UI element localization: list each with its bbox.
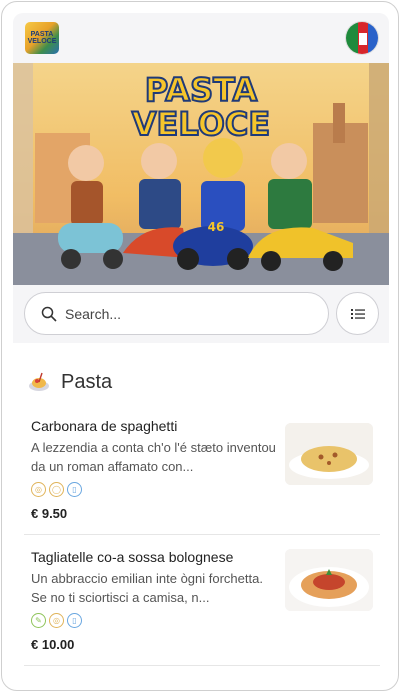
allergen-list: ✎ ◎ ▯ <box>31 613 82 628</box>
item-name: Carbonara de spaghetti <box>31 418 178 434</box>
character-right <box>268 143 312 229</box>
item-price: € 9.50 <box>31 506 68 521</box>
search-field[interactable] <box>24 292 329 335</box>
milk-icon: ▯ <box>67 482 82 497</box>
item-price: € 10.00 <box>31 637 75 652</box>
item-photo[interactable] <box>285 549 373 611</box>
gluten-icon: ◎ <box>31 482 46 497</box>
list-icon <box>350 308 365 319</box>
item-name: Tagliatelle co-a sossa bolognese <box>31 549 234 565</box>
search-input[interactable] <box>65 305 295 322</box>
character-second <box>139 143 181 229</box>
character-left <box>68 145 104 226</box>
egg-icon: ◯ <box>49 482 64 497</box>
language-flag-icon[interactable] <box>345 21 379 55</box>
hero-banner: PASTA VELOCE 46 <box>13 63 389 285</box>
gluten-icon: ◎ <box>49 613 64 628</box>
character-rider <box>201 138 245 231</box>
hero-title-line2: VELOCE <box>132 105 270 143</box>
menu-item[interactable]: Carbonara de spaghetti A lezzendia a con… <box>24 418 380 521</box>
hero-title-line1: PASTA <box>145 71 258 109</box>
item-photo[interactable] <box>285 423 373 485</box>
top-bar: PASTA VELOCE <box>13 13 389 63</box>
rider-number: 46 <box>208 220 225 234</box>
restaurant-logo[interactable]: PASTA VELOCE <box>25 22 59 54</box>
pasta-plate-icon <box>29 372 49 391</box>
category-title: Pasta <box>61 370 113 393</box>
divider <box>24 534 380 535</box>
item-description: A lezzendia a conta ch'o l'é stæto inven… <box>31 440 276 474</box>
search-icon <box>41 306 57 322</box>
divider <box>24 665 380 666</box>
menu-item[interactable]: Tagliatelle co-a sossa bolognese Un abbr… <box>24 549 380 652</box>
app-frame: PASTA VELOCE PASTA VELOCE 46 Search... P… <box>1 1 399 691</box>
milk-icon: ▯ <box>67 613 82 628</box>
filter-button[interactable] <box>336 292 379 335</box>
search-bar <box>13 285 389 343</box>
item-description: Un abbraccio emilian inte ògni forchetta… <box>31 571 263 605</box>
celery-icon: ✎ <box>31 613 46 628</box>
category-header: Pasta <box>27 370 112 394</box>
logo-text: PASTA VELOCE <box>27 31 57 45</box>
allergen-list: ◎ ◯ ▯ <box>31 482 82 497</box>
